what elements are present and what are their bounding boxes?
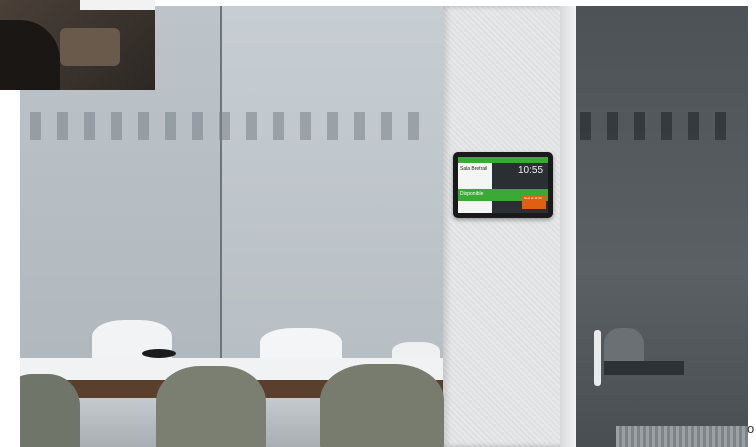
corner-text: o <box>747 421 755 436</box>
chair-front <box>20 374 80 447</box>
chair-front <box>320 364 444 447</box>
dark-room-glass <box>576 6 748 447</box>
table-right-room <box>604 361 684 375</box>
textured-pillar <box>443 6 576 447</box>
pillar-edge <box>560 6 576 447</box>
frosted-band-left <box>30 112 419 140</box>
next-meeting-tile: Next at 11:30 <box>522 195 546 209</box>
inset-object <box>60 28 120 66</box>
inset-photo <box>0 0 155 90</box>
room-booking-tablet: Sala Bretrail 10:55 Disponible Next at 1… <box>453 152 553 218</box>
tablet-info-panel: Sala Bretrail <box>458 163 492 213</box>
availability-status: Disponible <box>460 191 484 197</box>
photo-scene: Sala Bretrail 10:55 Disponible Next at 1… <box>0 0 756 447</box>
frosted-band-right <box>580 112 726 140</box>
next-meeting-text: Next at 11:30 <box>524 196 542 200</box>
chair-front <box>156 366 266 447</box>
conference-speaker <box>142 349 176 358</box>
radiator <box>616 426 748 447</box>
inset-highlight <box>80 0 155 10</box>
door-handle <box>594 330 601 386</box>
inset-dark-shape <box>0 20 60 90</box>
room-name: Sala Bretrail <box>460 166 488 172</box>
tablet-clock: 10:55 <box>518 165 544 176</box>
tablet-screen: Sala Bretrail 10:55 Disponible Next at 1… <box>458 157 548 213</box>
